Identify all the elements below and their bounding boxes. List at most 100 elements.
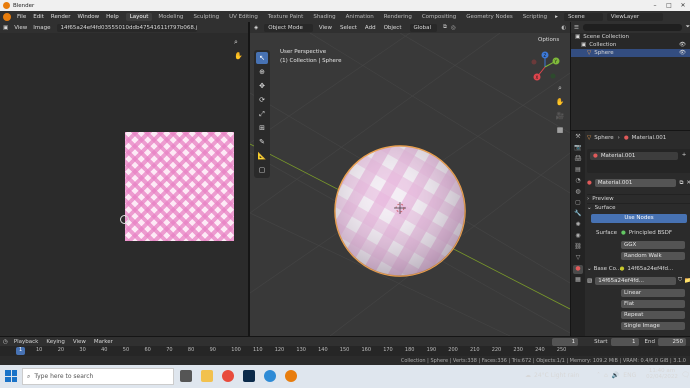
tray-chevron-icon[interactable]: ˄ xyxy=(597,372,600,379)
surface-panel-header[interactable]: ⌄ Surface xyxy=(587,203,690,212)
physics-tab-icon[interactable]: ◉ xyxy=(573,232,583,241)
language-indicator[interactable]: ENG xyxy=(623,372,636,379)
scene-tab-icon[interactable]: ◔ xyxy=(573,177,583,186)
blender-taskbar-icon[interactable] xyxy=(285,370,297,382)
image-icon[interactable]: ▧ xyxy=(587,278,592,284)
tab-shading[interactable]: Shading xyxy=(309,13,339,21)
2d-cursor-icon[interactable] xyxy=(120,215,129,224)
network-icon[interactable]: ⌂ xyxy=(604,372,608,379)
editor-type-icon[interactable]: ◷ xyxy=(3,339,8,345)
tab-animation[interactable]: Animation xyxy=(342,13,378,21)
material-slot-item[interactable]: ● Material.001 xyxy=(590,152,678,160)
transform-orientation[interactable]: Global xyxy=(409,23,438,32)
tool-tab-icon[interactable]: ⚒ xyxy=(573,133,583,142)
outliner-sphere[interactable]: ▽ Sphere 👁 xyxy=(571,49,690,57)
material-name-field[interactable]: Material.001 xyxy=(594,179,677,187)
pan-hand-icon[interactable]: ✋ xyxy=(554,98,566,112)
visibility-eye-icon[interactable]: 👁 xyxy=(679,42,686,48)
menu-edit[interactable]: Edit xyxy=(33,14,44,20)
image-name-field[interactable]: 14f65a24ef4fd03555010ddb47541611f797b068… xyxy=(56,23,197,32)
menu-render[interactable]: Render xyxy=(51,14,71,20)
chrome-icon[interactable] xyxy=(222,370,234,382)
edge-icon[interactable] xyxy=(264,370,276,382)
task-view-icon[interactable] xyxy=(180,370,192,382)
transform-tool-icon[interactable]: ⊞ xyxy=(256,122,268,134)
menu-help[interactable]: Help xyxy=(106,14,119,20)
measure-tool-icon[interactable]: 📐 xyxy=(256,150,268,162)
subsurface-method-dropdown[interactable]: Random Walk xyxy=(621,252,685,260)
distribution-dropdown[interactable]: GGX xyxy=(621,241,685,249)
close-icon[interactable]: ✕ xyxy=(676,2,690,9)
menu-view[interactable]: View xyxy=(319,25,332,31)
mode-selector[interactable]: Object Mode xyxy=(264,23,313,32)
tab-texture-paint[interactable]: Texture Paint xyxy=(264,13,308,21)
constraints-tab-icon[interactable]: ⛓ xyxy=(573,243,583,252)
modifier-tab-icon[interactable]: 🔧 xyxy=(573,210,583,219)
image-datablock-field[interactable]: 14f65a24ef4fd... xyxy=(595,276,676,285)
tab-scripting[interactable]: Scripting xyxy=(519,13,551,21)
menu-marker[interactable]: Marker xyxy=(94,339,113,345)
use-nodes-button[interactable]: Use Nodes xyxy=(591,214,687,223)
zoom-icon[interactable]: ⌕ xyxy=(554,84,566,98)
particles-tab-icon[interactable]: ✺ xyxy=(573,221,583,230)
add-slot-icon[interactable]: + xyxy=(680,152,688,158)
surface-shader-field[interactable]: Principled BSDF xyxy=(629,230,672,236)
outliner-scene-collection[interactable]: ▣ Scene Collection xyxy=(571,33,690,41)
rotate-tool-icon[interactable]: ⟳ xyxy=(256,94,268,106)
base-color-field[interactable]: 14f65a24ef4fd... xyxy=(627,266,673,272)
move-tool-icon[interactable]: ✥ xyxy=(256,80,268,92)
volume-icon[interactable]: 🔊 xyxy=(612,372,619,379)
start-frame-field[interactable]: 1 xyxy=(610,337,639,346)
expand-arrow-icon[interactable]: ⌄ xyxy=(587,266,592,272)
filter-icon[interactable]: ⏷ xyxy=(686,24,690,31)
menu-image[interactable]: Image xyxy=(33,25,50,31)
notifications-icon[interactable]: 🗨 xyxy=(681,371,690,379)
world-tab-icon[interactable]: ◍ xyxy=(573,188,583,197)
menu-select[interactable]: Select xyxy=(340,25,357,31)
grid-view-icon[interactable]: ▦ xyxy=(554,126,566,140)
editor-type-icon[interactable]: ◈ xyxy=(254,25,258,31)
projection-dropdown[interactable]: Flat xyxy=(621,300,685,308)
clock[interactable]: 11:40 am 02/04/2022 xyxy=(645,368,679,380)
outliner-search[interactable] xyxy=(582,24,682,31)
tab-rendering[interactable]: Rendering xyxy=(380,13,416,21)
tab-geometry-nodes[interactable]: Geometry Nodes xyxy=(462,13,516,21)
file-explorer-icon[interactable] xyxy=(201,370,213,382)
end-frame-field[interactable]: 250 xyxy=(658,337,686,346)
workspace-chevron-icon[interactable]: ▸ xyxy=(555,14,558,20)
outliner-collection[interactable]: ▣ Collection 👁 xyxy=(571,41,690,49)
zoom-icon[interactable]: ⌕ xyxy=(234,38,238,47)
editor-type-icon[interactable]: ▣ xyxy=(3,25,8,31)
menu-view[interactable]: View xyxy=(73,339,86,345)
taskbar-search[interactable]: ⌕ Type here to search xyxy=(22,368,174,385)
current-frame-field[interactable]: 1 xyxy=(552,337,579,346)
shading-icon[interactable]: ◐ xyxy=(561,25,566,31)
select-box-icon[interactable]: ↖ xyxy=(256,52,268,64)
camera-view-icon[interactable]: 🎥 xyxy=(554,112,566,126)
source-dropdown[interactable]: Single Image xyxy=(621,322,685,330)
pan-hand-icon[interactable]: ✋ xyxy=(234,52,243,60)
open-folder-icon[interactable]: 📁 xyxy=(684,278,690,284)
tab-uv-editing[interactable]: UV Editing xyxy=(225,13,262,21)
tab-modeling[interactable]: Modeling xyxy=(154,13,187,21)
add-cube-tool-icon[interactable]: ▢ xyxy=(256,164,268,176)
tab-layout[interactable]: Layout xyxy=(125,12,153,21)
object-tab-icon[interactable]: ▢ xyxy=(573,199,583,208)
texture-tab-icon[interactable]: ▦ xyxy=(573,276,583,285)
weather-widget[interactable]: ☁ 24°C Light rain xyxy=(525,372,579,379)
visibility-eye-icon[interactable]: 👁 xyxy=(679,50,686,56)
menu-window[interactable]: Window xyxy=(77,14,99,20)
tab-sculpting[interactable]: Sculpting xyxy=(189,13,223,21)
maximize-icon[interactable]: □ xyxy=(662,2,676,9)
menu-object[interactable]: Object xyxy=(384,25,402,31)
menu-keying[interactable]: Keying xyxy=(46,339,64,345)
annotate-tool-icon[interactable]: ✎ xyxy=(256,136,268,148)
view-layer-tab-icon[interactable]: ▤ xyxy=(573,166,583,175)
editor-type-icon[interactable]: ☰ xyxy=(574,25,579,31)
windows-start-icon[interactable] xyxy=(5,370,17,382)
navigation-gizmo[interactable]: Z Y X xyxy=(528,50,562,84)
unlink-icon[interactable]: ✕ xyxy=(686,180,690,186)
extension-dropdown[interactable]: Repeat xyxy=(621,311,685,319)
material-tab-icon[interactable]: ● xyxy=(573,265,583,274)
menu-add[interactable]: Add xyxy=(365,25,376,31)
